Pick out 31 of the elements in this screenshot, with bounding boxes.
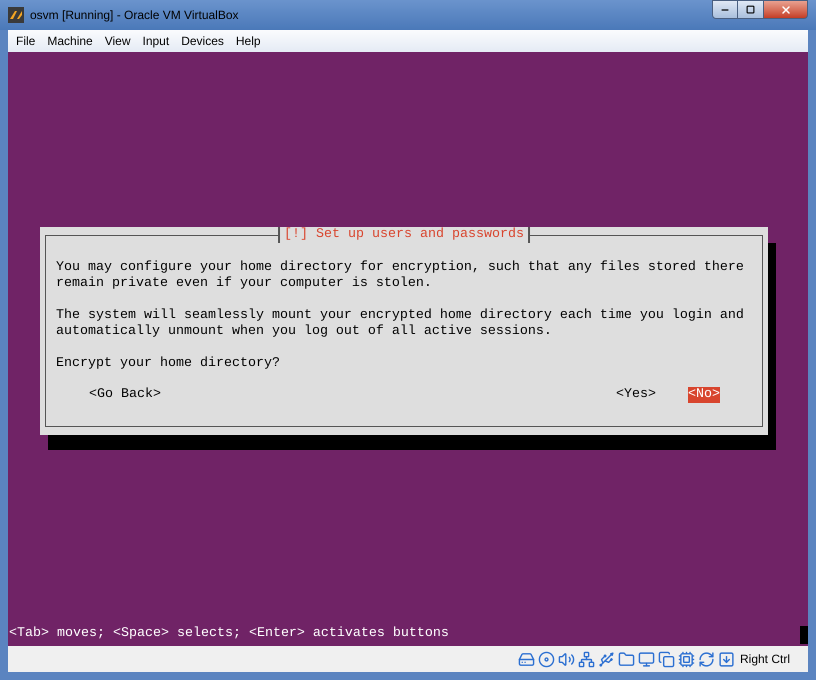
console-edge-block — [800, 626, 808, 644]
folder-icon[interactable] — [618, 650, 635, 668]
dialog-title: [!] Set up users and passwords — [278, 227, 530, 243]
maximize-icon — [746, 5, 755, 14]
monitor-icon[interactable] — [638, 650, 655, 668]
dialog-button[interactable]: <Yes> — [616, 387, 656, 403]
minimize-button[interactable] — [712, 0, 738, 19]
dialog-text: You may configure your home directory for encryption, such that any files stored there remain private even if your computer is stolen. — [56, 260, 745, 292]
dialog-button[interactable]: <No> — [688, 387, 720, 403]
menu-item[interactable]: Input — [138, 32, 174, 50]
refresh-icon[interactable] — [698, 650, 715, 668]
maximize-button[interactable] — [738, 0, 764, 19]
window-title: osvm [Running] - Oracle VM VirtualBox — [30, 7, 239, 24]
usb-icon[interactable] — [598, 650, 615, 668]
menu-item[interactable]: Help — [232, 32, 265, 50]
host-key-label: Right Ctrl — [740, 651, 790, 668]
menu-item[interactable]: Machine — [43, 32, 97, 50]
app-logo-icon — [8, 7, 24, 23]
close-button[interactable] — [764, 0, 808, 19]
close-icon — [780, 4, 792, 16]
network-icon[interactable] — [578, 650, 595, 668]
dialog-button[interactable]: <Go Back> — [89, 387, 161, 403]
dialog-text: Encrypt your home directory? — [56, 356, 281, 372]
disc-icon[interactable] — [538, 650, 555, 668]
menu-item[interactable]: Devices — [177, 32, 228, 50]
speaker-icon[interactable] — [558, 650, 575, 668]
chip-icon[interactable] — [678, 650, 695, 668]
hint-line: <Tab> moves; <Space> selects; <Enter> activates buttons — [8, 626, 449, 643]
menu-item[interactable]: File — [12, 32, 40, 50]
dialog-text: The system will seamlessly mount your encrypted home directory each time you login and automatically unmount when you log out of all active sessions. — [56, 308, 745, 340]
menu-item[interactable]: View — [100, 32, 134, 50]
